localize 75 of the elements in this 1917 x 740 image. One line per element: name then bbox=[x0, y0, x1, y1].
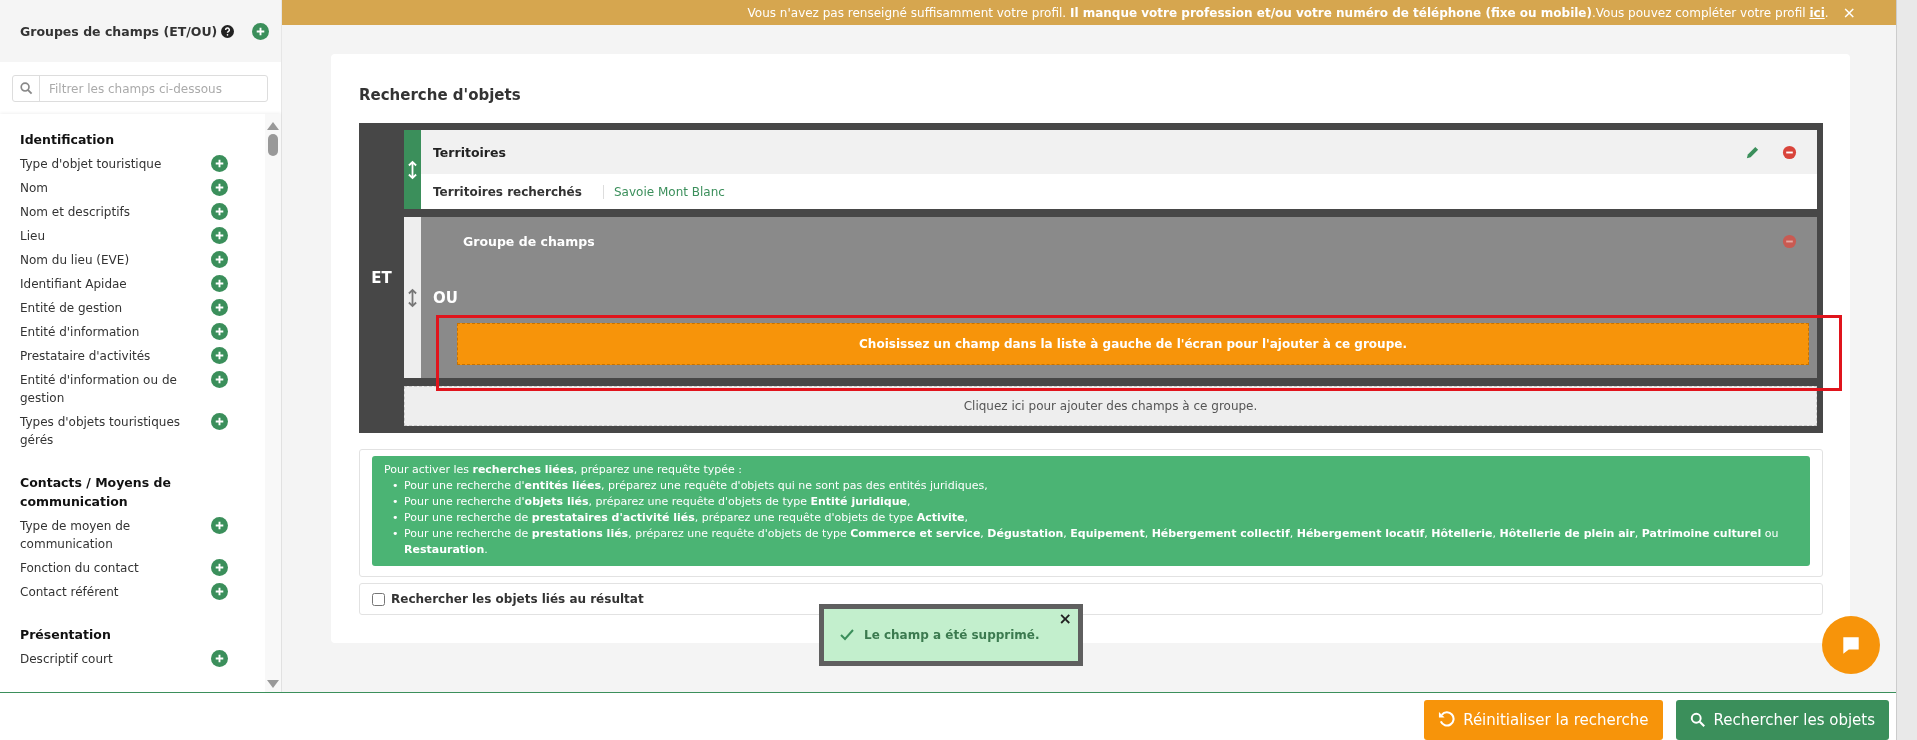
check-icon bbox=[840, 629, 854, 641]
bullet-marker: • bbox=[392, 494, 400, 510]
add-icon[interactable] bbox=[211, 323, 228, 340]
banner-message: Vous n'avez pas renseigné suffisamment votre profil. Il manque votre profession et/ou votre numéro de téléphone (fixe ou mobile).Vous pouvez compléter votre profil ici. bbox=[747, 5, 1829, 20]
chat-button[interactable] bbox=[1822, 616, 1880, 674]
remove-icon[interactable] bbox=[1782, 144, 1797, 160]
drag-icon[interactable] bbox=[408, 287, 417, 308]
add-icon[interactable] bbox=[211, 517, 228, 534]
checkbox-label[interactable]: Rechercher les objets liés au résultat bbox=[391, 592, 644, 606]
add-icon[interactable] bbox=[211, 275, 228, 292]
add-fields-button[interactable]: Cliquez ici pour ajouter des champs à ce groupe. bbox=[404, 386, 1817, 426]
add-icon[interactable] bbox=[211, 251, 228, 268]
drag-handle[interactable] bbox=[404, 217, 421, 378]
reset-icon bbox=[1438, 711, 1456, 728]
block-title: Territoires bbox=[433, 144, 507, 160]
field-item[interactable]: Fonction du contact bbox=[20, 559, 195, 577]
scrollbar-thumb[interactable] bbox=[268, 134, 278, 156]
criterion-label: Territoires recherchés bbox=[433, 184, 604, 199]
field-item[interactable]: Types d'objets touristiques gérés bbox=[20, 413, 195, 449]
toast-message: Le champ a été supprimé. bbox=[864, 628, 1040, 642]
field-item[interactable]: Entité de gestion bbox=[20, 299, 195, 317]
operator-label: OU bbox=[433, 289, 458, 307]
field-item[interactable]: Type de moyen de communication bbox=[20, 517, 195, 553]
criterion-value: Savoie Mont Blanc bbox=[613, 184, 725, 199]
search-icon bbox=[19, 82, 33, 95]
field-item[interactable]: Lieu bbox=[20, 227, 195, 245]
edit-icon[interactable] bbox=[1745, 144, 1760, 160]
checkbox[interactable] bbox=[372, 592, 385, 606]
field-item[interactable]: Contact référent bbox=[20, 583, 195, 601]
filter-field[interactable]: Filtrer les champs ci-dessous bbox=[12, 75, 268, 102]
info-item: Pour une recherche d'entités liées, préparez une requête d'objets qui ne sont pas des entités juridiques, bbox=[404, 478, 989, 494]
section-title: Présentation bbox=[20, 626, 112, 644]
chat-icon bbox=[1840, 634, 1862, 656]
search-icon bbox=[1689, 711, 1706, 728]
add-icon[interactable] bbox=[211, 650, 228, 667]
scroll-down-icon[interactable] bbox=[267, 680, 279, 688]
bullet-marker: • bbox=[392, 526, 400, 542]
help-icon[interactable] bbox=[221, 24, 235, 38]
info-text: Pour activer les recherches liées, préparez une requête typée : bbox=[384, 462, 743, 478]
add-icon[interactable] bbox=[211, 203, 228, 220]
field-item[interactable]: Prestataire d'activités bbox=[20, 347, 195, 365]
field-item[interactable]: Nom bbox=[20, 179, 195, 197]
close-button[interactable]: × bbox=[1058, 609, 1072, 628]
add-icon[interactable] bbox=[211, 583, 228, 600]
section-title: Contacts / Moyens de communication bbox=[20, 474, 172, 511]
field-item[interactable]: Nom du lieu (EVE) bbox=[20, 251, 195, 269]
field-item[interactable]: Descriptif court bbox=[20, 650, 195, 668]
bullet-marker: • bbox=[392, 510, 400, 526]
add-icon[interactable] bbox=[211, 413, 228, 430]
info-item: Pour une recherche de prestations liés, préparez une requête d'objets de type Commerce et service, Dégustation, Equipement, Hébergement collectif, Hébergement locatif, Hôtellerie, Hôtellerie de plein air, Patrimoine culturel ou Restauration. bbox=[404, 526, 1780, 558]
field-item[interactable]: Type d'objet touristique bbox=[20, 155, 195, 173]
group-title: Groupe de champs bbox=[463, 233, 595, 249]
add-icon[interactable] bbox=[211, 155, 228, 172]
field-item[interactable]: Entité d'information ou de gestion bbox=[20, 371, 195, 407]
search-button[interactable]: Rechercher les objets bbox=[1675, 699, 1889, 740]
add-group-icon[interactable] bbox=[252, 22, 269, 40]
add-icon[interactable] bbox=[211, 179, 228, 196]
add-icon[interactable] bbox=[211, 559, 228, 576]
card-title: Recherche d'objets bbox=[359, 86, 522, 104]
add-icon[interactable] bbox=[211, 299, 228, 316]
section-title: Identification bbox=[20, 131, 116, 149]
field-item[interactable]: Nom et descriptifs bbox=[20, 203, 195, 221]
page-scrollbar[interactable] bbox=[1896, 0, 1917, 740]
add-icon[interactable] bbox=[211, 347, 228, 364]
sidebar-title: Groupes de champs (ET/OU) bbox=[20, 23, 218, 39]
bullet-marker: • bbox=[392, 478, 400, 494]
field-item[interactable]: Entité d'information bbox=[20, 323, 195, 341]
scroll-up-icon[interactable] bbox=[267, 122, 279, 130]
field-item[interactable]: Identifiant Apidae bbox=[20, 275, 195, 293]
info-item: Pour une recherche de prestataires d'activité liés, préparez une requête d'objets de type Activite, bbox=[404, 510, 970, 526]
drag-handle[interactable] bbox=[404, 130, 421, 209]
info-item: Pour une recherche d'objets liés, préparez une requête d'objets de type Entité juridique, bbox=[404, 494, 912, 510]
add-icon[interactable] bbox=[211, 371, 228, 388]
add-icon[interactable] bbox=[211, 227, 228, 244]
operator-label: ET bbox=[371, 269, 392, 287]
